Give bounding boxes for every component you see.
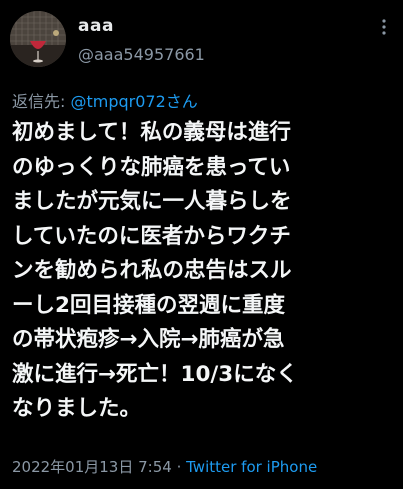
tweet-body-line: 激に進行→死亡！10/3になく xyxy=(12,361,298,387)
avatar[interactable] xyxy=(10,11,66,67)
tweet-body-line: のゆっくりな肺癌を患ってい xyxy=(12,154,291,180)
meta-separator: · xyxy=(171,458,187,476)
reply-mention-link[interactable]: @tmpqr072さん xyxy=(70,92,197,111)
tweet: aaa @aaa54957661 返信先: @tmpqr072さん 初めまして！… xyxy=(0,0,403,489)
tweet-body-line: ンを勧められ私の忠告はスル xyxy=(12,258,292,283)
timestamp[interactable]: 2022年01月13日 7:54 xyxy=(12,458,172,476)
display-name[interactable]: aaa xyxy=(78,16,114,36)
avatar-photo-icon xyxy=(10,11,66,67)
tweet-body-line: の帯状疱疹→入院→肺癌が急 xyxy=(12,327,285,352)
user-handle[interactable]: @aaa54957661 xyxy=(78,45,205,64)
reply-to-line: 返信先: @tmpqr072さん xyxy=(12,88,198,112)
source-link[interactable]: Twitter for iPhone xyxy=(186,458,317,476)
reply-prefix: 返信先: xyxy=(12,92,71,111)
tweet-body-line: していたのに医者からワクチ xyxy=(12,223,291,249)
tweet-meta: 2022年01月13日 7:54 · Twitter for iPhone xyxy=(12,456,317,477)
tweet-body-line: ーし2回目接種の翌週に重度 xyxy=(12,292,285,318)
tweet-body-line: 初めまして！私の義母は進行 xyxy=(12,120,291,145)
tweet-body-line: なりました。 xyxy=(12,396,142,421)
tweet-body-line: ましたが元気に一人暮らしを xyxy=(12,189,292,214)
more-options-icon[interactable] xyxy=(375,18,393,36)
tweet-body: 初めまして！私の義母は進行 のゆっくりな肺癌を患ってい ましたが元気に一人暮らし… xyxy=(12,116,392,427)
